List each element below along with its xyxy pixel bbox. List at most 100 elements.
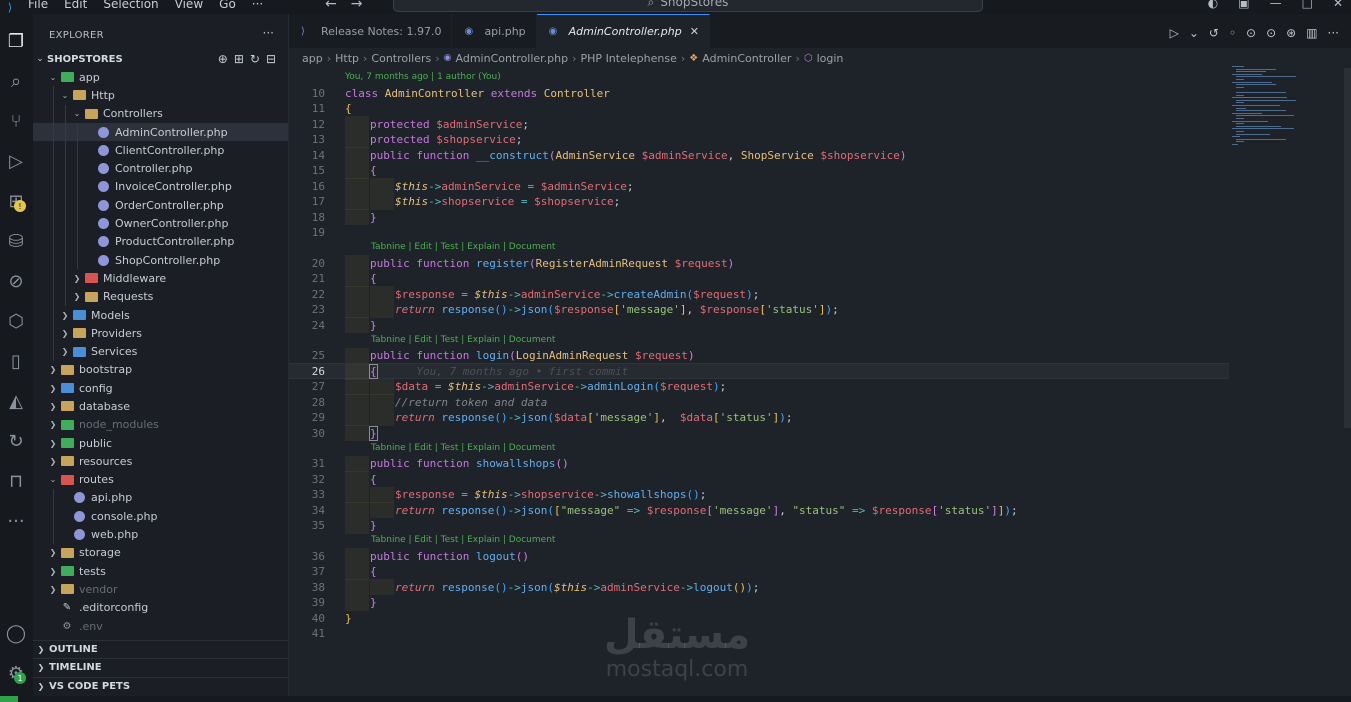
code-line[interactable]: 10 class AdminController extends Controll… — [289, 85, 1229, 101]
breadcrumb-item[interactable]: AdminController — [702, 52, 791, 65]
account-icon[interactable]: ◯ — [3, 620, 29, 646]
menu-item[interactable]: Go — [211, 0, 244, 10]
tree-file[interactable]: OrderController.php — [33, 196, 288, 215]
breadcrumb-item[interactable]: Http — [335, 52, 359, 65]
code-line[interactable]: 19 — [289, 225, 1229, 241]
tree-file[interactable]: AdminController.php — [33, 122, 288, 142]
tree-folder[interactable]: ❯ config — [33, 379, 288, 397]
compare-icon[interactable]: ◦ — [1229, 26, 1236, 40]
tree-folder[interactable]: ⌄ app — [33, 68, 288, 86]
code-line[interactable]: 11 { — [289, 101, 1229, 117]
tree-file[interactable]: OwnerController.php — [33, 214, 288, 233]
maximize-icon[interactable]: □ — [1302, 0, 1313, 10]
tree-file[interactable]: web.php — [33, 525, 288, 544]
timeline-icon[interactable]: ↺ — [1209, 26, 1219, 40]
run-debug-icon[interactable]: ▷ — [3, 148, 29, 174]
code-line[interactable]: 12 protected $adminService; — [289, 116, 1229, 132]
code-editor[interactable]: You, 7 months ago | 1 author (You) 10 clas… — [289, 70, 1229, 696]
code-line[interactable]: 13 protected $shopservice; — [289, 131, 1229, 148]
tree-file[interactable]: Controller.php — [33, 159, 288, 178]
code-line[interactable]: 37 { — [289, 563, 1229, 580]
tree-folder[interactable]: ⌄ Controllers — [33, 104, 288, 123]
tree-folder[interactable]: ❯ Providers — [33, 324, 288, 343]
tree-folder[interactable]: ⌄ Http — [33, 86, 288, 105]
code-line[interactable]: 15 { — [289, 162, 1229, 179]
tree-folder[interactable]: ❯ resources — [33, 452, 288, 470]
tree-folder[interactable]: ❯ Services — [33, 342, 288, 361]
menu-item[interactable]: File — [20, 0, 56, 10]
tree-file[interactable]: ✎ .editorconfig — [33, 599, 288, 617]
code-line[interactable]: 20 public function register(RegisterAdmin… — [289, 255, 1229, 271]
editor-tab[interactable]: ◉ AdminController.php ✕ — [536, 14, 710, 48]
timeline-section[interactable]: ❯ TIMELINE — [33, 658, 288, 676]
tree-folder[interactable]: ❯ Requests — [33, 287, 288, 306]
device-icon[interactable]: ▯ — [3, 348, 29, 374]
tree-file[interactable]: ClientController.php — [33, 141, 288, 160]
tree-file[interactable]: console.php — [33, 507, 288, 526]
code-line[interactable]: 27 $data = $this->adminService->adminLogi… — [289, 378, 1229, 395]
tree-folder[interactable]: ❯ bootstrap — [33, 361, 288, 379]
code-line[interactable]: 35} — [289, 517, 1229, 534]
window-controls[interactable]: ◐ ▣ — □ ✕ — [1208, 0, 1343, 10]
menu-item[interactable]: Selection — [95, 0, 166, 10]
code-line[interactable]: 32 { — [289, 471, 1229, 487]
code-line[interactable]: 17 $this->shopservice = $shopservice; — [289, 193, 1229, 210]
tabnine-codelens[interactable]: Tabnine | Edit | Test | Explain | Docume… — [371, 535, 555, 545]
next-change-icon[interactable]: ⊙ — [1266, 26, 1276, 40]
source-control-icon[interactable]: ⑂ — [3, 108, 29, 134]
editor-tab[interactable]: ◉ api.php — [452, 14, 537, 48]
menu-item[interactable]: View — [167, 0, 211, 10]
tree-folder[interactable]: ❯ storage — [33, 544, 288, 562]
editor-more-icon[interactable]: ··· — [1328, 26, 1339, 40]
bookmarks-icon[interactable]: ⊓ — [3, 468, 29, 494]
code-line[interactable]: 34 return response()->json(["message" => … — [289, 502, 1229, 518]
code-line[interactable]: 24} — [289, 317, 1229, 333]
code-line[interactable]: 33 $response = $this->shopservice->showal… — [289, 486, 1229, 503]
laravel-icon[interactable]: ◭ — [3, 388, 29, 414]
tabnine-codelens[interactable]: Tabnine | Edit | Test | Explain | Docume… — [371, 335, 555, 345]
code-line[interactable]: 38 return response()->json($this->adminSe… — [289, 579, 1229, 595]
search-icon[interactable]: ⌕ — [3, 68, 29, 94]
editor-scrollbar[interactable] — [1344, 68, 1351, 428]
minimize-icon[interactable]: — — [1270, 0, 1282, 10]
layout-icon[interactable]: ▣ — [1238, 0, 1249, 10]
database-icon[interactable]: ⛁ — [3, 228, 29, 254]
code-line[interactable]: 22 $response = $this->adminService->creat… — [289, 286, 1229, 302]
code-line[interactable]: 39} — [289, 594, 1229, 611]
code-line[interactable]: 16 $this->adminService = $adminService; — [289, 178, 1229, 194]
remote-explorer-icon[interactable]: ⊘ — [3, 268, 29, 294]
command-center-search[interactable]: ⌕ ShopStores — [393, 0, 983, 12]
tabnine-codelens[interactable]: Tabnine | Edit | Test | Explain | Docume… — [371, 242, 555, 252]
nav-arrows[interactable]: ←→ — [325, 0, 376, 12]
new-folder-icon[interactable]: ⊞ — [234, 52, 244, 66]
collapse-all-icon[interactable]: ⊟ — [266, 52, 276, 66]
containers-icon[interactable]: ⬡ — [3, 308, 29, 334]
code-line[interactable]: 25 public function login(LoginAdminReques… — [289, 347, 1229, 364]
breadcrumb-item[interactable]: app — [302, 52, 323, 65]
code-line[interactable]: 31 public function showallshops() — [289, 455, 1229, 472]
tree-folder[interactable]: ⌄ routes — [33, 471, 288, 489]
code-line[interactable]: 29 return response()->json($data['message… — [289, 409, 1229, 426]
breadcrumb-item[interactable]: AdminController.php — [456, 52, 569, 65]
breadcrumb-item[interactable]: login — [817, 52, 844, 65]
outline-section[interactable]: ❯ OUTLINE — [33, 640, 288, 658]
extensions-icon[interactable]: ⊞! — [3, 188, 29, 214]
explorer-more-icon[interactable]: ··· — [263, 26, 274, 40]
tree-folder[interactable]: ❯ Models — [33, 305, 288, 325]
vscode-pets-section[interactable]: ❯ VS CODE PETS — [33, 677, 288, 695]
code-line[interactable]: 23 return response()->json($response['mes… — [289, 301, 1229, 318]
tree-file[interactable]: ShopController.php — [33, 250, 288, 270]
settings-gear-icon[interactable]: ⚙1 — [3, 660, 29, 686]
tree-folder[interactable]: ❯ vendor — [33, 580, 288, 598]
menu-item[interactable]: Edit — [56, 0, 95, 10]
tree-folder[interactable]: ❯ Middleware — [33, 269, 288, 288]
tree-folder[interactable]: ❯ node_modules — [33, 416, 288, 434]
breadcrumb-item[interactable]: Controllers — [371, 52, 431, 65]
code-line[interactable]: 18} — [289, 209, 1229, 225]
refresh-icon[interactable]: ↻ — [250, 52, 260, 66]
menu-item[interactable]: ··· — [244, 0, 271, 10]
workspace-root[interactable]: ⌄ SHOPSTORES ⊕ ⊞ ↻ ⊟ — [33, 50, 288, 68]
code-line[interactable]: 14 public function __construct(AdminServi… — [289, 147, 1229, 163]
minimap[interactable] — [1232, 66, 1304, 156]
tree-file[interactable]: api.php — [33, 488, 288, 508]
